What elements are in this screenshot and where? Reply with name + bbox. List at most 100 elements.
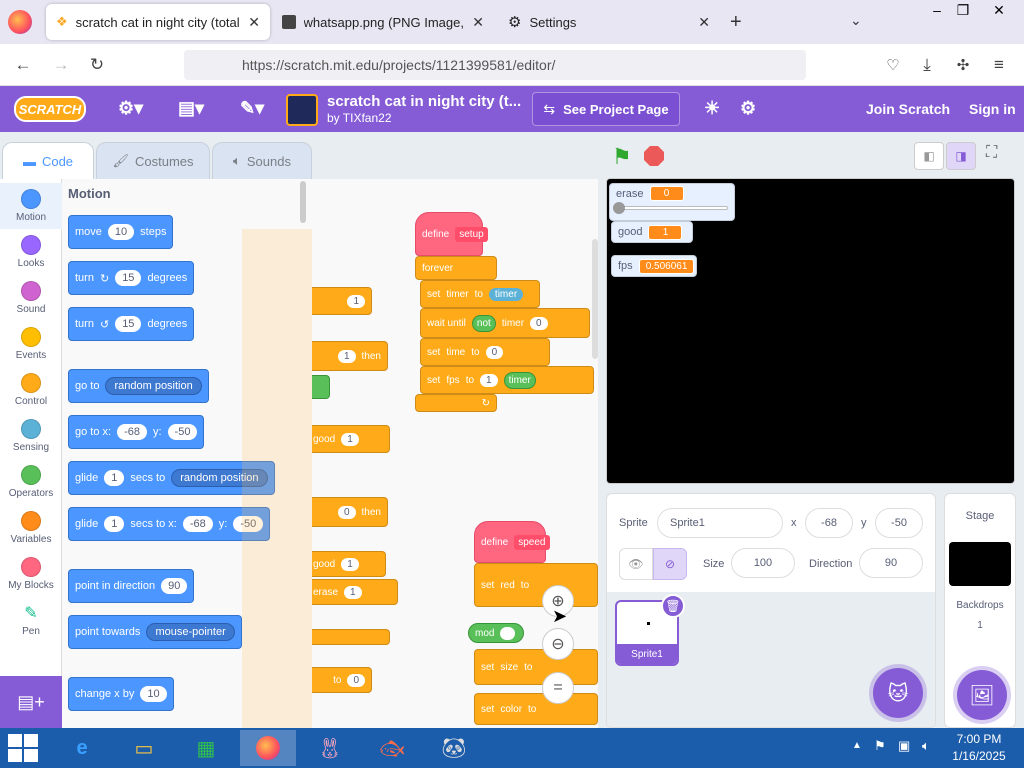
erase-slider[interactable] [613, 202, 728, 214]
taskbar-date[interactable]: 1/16/2025 [946, 749, 1012, 763]
url-bar[interactable]: https://scratch.mit.edu/projects/1121399… [184, 50, 806, 80]
tab-settings[interactable]: ⚙ Settings ✕ [498, 4, 720, 40]
back-arrow-icon[interactable]: ← [10, 52, 36, 78]
fullscreen-icon[interactable]: ⛶ [986, 144, 997, 162]
set-fps-block[interactable]: set fps to 1 timer [420, 366, 594, 394]
define-speed-hat[interactable]: define speed [474, 521, 550, 563]
reload-icon[interactable]: ↻ [84, 52, 110, 78]
direction-field[interactable]: 90 [859, 548, 923, 578]
x-field[interactable]: -68 [805, 508, 853, 538]
scratch-logo[interactable]: SCRATCH [14, 96, 86, 122]
windows-start-icon[interactable] [8, 734, 38, 762]
app-menu-icon[interactable]: ≡ [986, 52, 1012, 78]
theme-lightbulb-icon[interactable]: ☀ [704, 98, 720, 119]
category-operators[interactable]: Operators [0, 459, 62, 505]
tab-costumes[interactable]: 🖌︎ Costumes [96, 142, 210, 180]
set-time-block[interactable]: set time to 0 [420, 338, 550, 366]
edit-pencil-icon[interactable]: ✎▾ [240, 98, 264, 119]
set-red-block[interactable]: set red to [474, 563, 598, 607]
project-author[interactable]: by TIXfan22 [327, 111, 392, 125]
block-go-to-xy[interactable]: go to x: -68 y: -50 [68, 415, 205, 449]
close-tab-icon[interactable]: ✕ [698, 14, 710, 31]
forward-arrow-icon[interactable]: → [48, 52, 74, 78]
block-move-steps[interactable]: move 10 steps [68, 215, 174, 249]
category-my-blocks[interactable]: My Blocks [0, 551, 62, 597]
taskbar-time[interactable]: 7:00 PM [946, 732, 1012, 746]
settings-gear-icon[interactable]: ⚙▾ [118, 98, 143, 119]
y-field[interactable]: -50 [875, 508, 923, 538]
show-sprite-button[interactable]: 👁︎ [619, 548, 653, 580]
close-tab-icon[interactable]: ✕ [248, 14, 260, 31]
file-explorer-icon[interactable]: ▭ [116, 730, 172, 766]
store-icon[interactable]: ▦ [178, 730, 234, 766]
pocket-icon[interactable]: ♡ [880, 52, 906, 78]
normal-stage-button[interactable]: ◨ [946, 142, 976, 170]
workspace-block-erase[interactable]: erase 1 [312, 579, 398, 605]
workspace-block-good[interactable]: good 1 [312, 425, 390, 453]
small-stage-button[interactable]: ◧ [914, 142, 944, 170]
set-color-block[interactable]: set color to [474, 693, 598, 725]
category-pen[interactable]: ✎ Pen [0, 597, 62, 643]
sign-in-link[interactable]: Sign in [969, 101, 1016, 117]
choose-backdrop-button[interactable]: 🖼︎ [957, 670, 1007, 720]
restore-window-button[interactable]: ❐ [948, 0, 978, 20]
see-project-page-button[interactable]: ⇆ See Project Page [532, 92, 680, 126]
close-tab-icon[interactable]: ✕ [472, 14, 484, 31]
mod-reporter[interactable]: mod [468, 623, 524, 643]
stage-thumbnail[interactable] [949, 542, 1011, 586]
category-variables[interactable]: Variables [0, 505, 62, 551]
hide-sprite-button[interactable]: ⊘ [653, 548, 687, 580]
block-turn-left[interactable]: turn ↺ 15 degrees [68, 307, 195, 341]
close-window-button[interactable]: ✕ [984, 0, 1014, 20]
file-menu-icon[interactable]: ▤▾ [178, 98, 204, 119]
action-center-flag-icon[interactable]: ⚑ [874, 738, 886, 754]
block-point-towards[interactable]: point towards mouse-pointer [68, 615, 242, 649]
show-hidden-icons[interactable]: ▲ [852, 740, 862, 751]
stage-selector-pane[interactable]: Stage Backdrops 1 🖼︎ [944, 493, 1016, 728]
category-motion[interactable]: Motion [0, 183, 62, 229]
category-looks[interactable]: Looks [0, 229, 62, 275]
size-field[interactable]: 100 [731, 548, 795, 578]
extensions-icon[interactable]: ✣ [950, 52, 976, 78]
internet-explorer-icon[interactable]: e [54, 730, 110, 766]
join-scratch-link[interactable]: Join Scratch [866, 101, 950, 117]
palette-scrollbar[interactable] [300, 181, 306, 223]
block-turn-right[interactable]: turn ↻ 15 degrees [68, 261, 195, 295]
zoom-out-button[interactable]: ⊖ [542, 628, 574, 660]
category-control[interactable]: Control [0, 367, 62, 413]
block-glide-to-xy[interactable]: glide 1 secs to x: -68 y: -50 [68, 507, 271, 541]
slider-knob[interactable] [613, 202, 625, 214]
tab-whatsapp-image[interactable]: whatsapp.png (PNG Image, 34 ✕ [272, 4, 494, 40]
tab-code[interactable]: ▬ Code [2, 142, 94, 180]
downloads-icon[interactable]: ⤓ [914, 52, 940, 78]
tab-scratch[interactable]: ❖ scratch cat in night city (totally ✕ [46, 4, 270, 40]
zoom-reset-button[interactable]: = [542, 672, 574, 704]
wait-until-block[interactable]: wait until not timer 0 [420, 308, 590, 338]
workspace-block[interactable]: 1 then [312, 341, 388, 371]
volume-icon[interactable]: 🔈︎ [922, 738, 930, 754]
workspace-block[interactable]: 1 [312, 287, 372, 315]
rabbit-app-icon[interactable]: 🐰︎ [302, 730, 358, 766]
firefox-taskbar-icon[interactable] [240, 730, 296, 766]
workspace-block[interactable]: to 0 [312, 667, 372, 693]
workspace-block[interactable] [312, 375, 330, 399]
firefox-menu-icon[interactable] [8, 10, 32, 34]
network-icon[interactable]: ▣ [898, 738, 910, 754]
stage-canvas[interactable]: erase 0 good 1 fps 0.506061 [606, 178, 1015, 484]
forever-block[interactable]: forever [415, 256, 497, 280]
sprite-name-field[interactable]: Sprite1 [657, 508, 783, 538]
workspace-block-good[interactable]: good 1 [312, 551, 386, 577]
block-change-x[interactable]: change x by 10 [68, 677, 174, 711]
set-size-block[interactable]: set size to [474, 649, 598, 685]
block-go-to[interactable]: go to random position [68, 369, 209, 403]
define-setup-hat[interactable]: define setup [415, 212, 488, 256]
workspace-block[interactable] [312, 629, 390, 645]
category-sensing[interactable]: Sensing [0, 413, 62, 459]
project-title[interactable]: scratch cat in night city (t... [327, 93, 521, 110]
new-tab-button[interactable]: + [730, 11, 742, 34]
stop-icon[interactable] [644, 146, 664, 166]
add-extension-button[interactable]: ▤+ [0, 676, 62, 728]
list-all-tabs-icon[interactable]: ⌄ [850, 12, 862, 29]
tab-sounds[interactable]: 🔈︎ Sounds [212, 142, 312, 180]
workspace-block[interactable]: 0 then [312, 497, 388, 527]
